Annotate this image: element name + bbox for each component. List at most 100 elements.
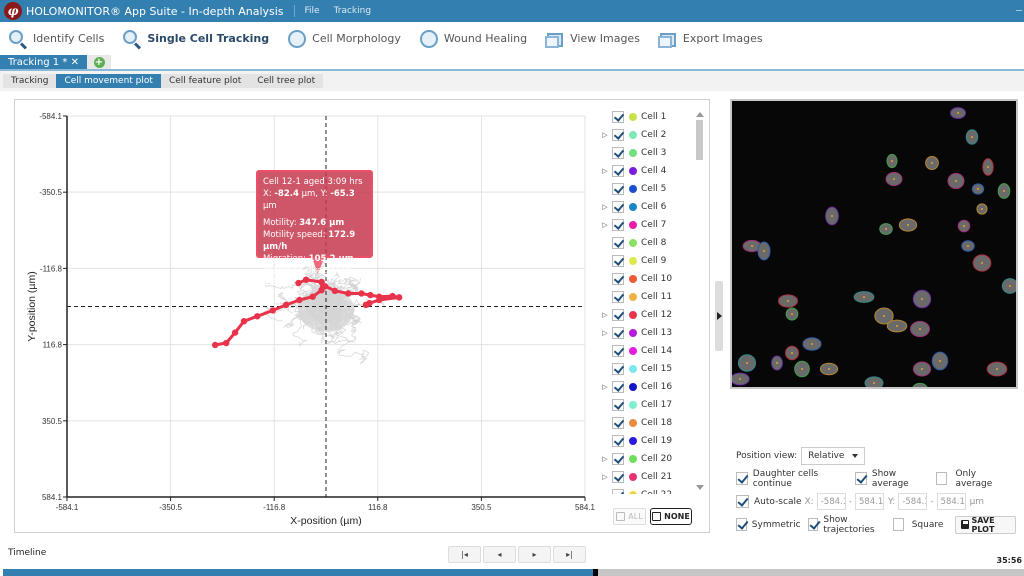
- cell-visibility-checkbox[interactable]: [612, 111, 624, 123]
- trajectory-point[interactable]: [254, 313, 261, 320]
- cell-list-item[interactable]: Cell 15: [600, 360, 692, 378]
- select-all-button[interactable]: ALL: [613, 508, 646, 525]
- cell-visibility-checkbox[interactable]: [612, 309, 624, 321]
- trajectory-point[interactable]: [358, 290, 365, 297]
- subtab-cell-feature-plot[interactable]: Cell feature plot: [160, 74, 250, 88]
- close-tab-icon[interactable]: ✕: [71, 57, 79, 68]
- cell-morphology-button[interactable]: Cell Morphology: [287, 29, 401, 49]
- trajectory-point[interactable]: [223, 339, 230, 347]
- add-tab-button[interactable]: +: [87, 55, 111, 70]
- cell-list-item[interactable]: ▷ Cell 20: [600, 450, 692, 468]
- cell-visibility-checkbox[interactable]: [612, 291, 624, 303]
- expand-arrow-icon[interactable]: ▷: [600, 383, 610, 391]
- trajectory-point[interactable]: [389, 292, 396, 300]
- expand-arrow-icon[interactable]: ▷: [600, 221, 610, 229]
- cell-visibility-checkbox[interactable]: [612, 255, 624, 267]
- expand-arrow-icon[interactable]: ▷: [600, 203, 610, 211]
- cell-visibility-checkbox[interactable]: [612, 471, 624, 483]
- trajectory-point[interactable]: [296, 296, 303, 304]
- next-frame-button[interactable]: ▸: [518, 546, 551, 563]
- cell-list-item[interactable]: ▷ Cell 6: [600, 198, 692, 216]
- menu-tracking[interactable]: Tracking: [334, 6, 371, 16]
- cell-list-item[interactable]: ▷ Cell 13: [600, 324, 692, 342]
- cell-list-item[interactable]: Cell 19: [600, 432, 692, 450]
- first-frame-button[interactable]: |◂: [448, 546, 481, 563]
- cell-visibility-checkbox[interactable]: [612, 219, 624, 231]
- cell-list-item[interactable]: Cell 22: [600, 486, 692, 494]
- single-cell-tracking-button[interactable]: Single Cell Tracking: [122, 29, 269, 50]
- subtab-cell-movement-plot[interactable]: Cell movement plot: [56, 74, 161, 88]
- cell-visibility-checkbox[interactable]: [612, 363, 624, 375]
- cell-visibility-checkbox[interactable]: [612, 435, 624, 447]
- trajectory-point[interactable]: [362, 301, 370, 309]
- cell-list-item[interactable]: ▷ Cell 12: [600, 306, 692, 324]
- trajectory-point[interactable]: [231, 329, 239, 336]
- trajectory-point[interactable]: [211, 341, 219, 349]
- trajectory-point[interactable]: [240, 317, 248, 325]
- cell-list-item[interactable]: Cell 1: [600, 108, 692, 126]
- expand-arrow-icon[interactable]: ▷: [600, 455, 610, 463]
- panel-splitter[interactable]: [715, 281, 723, 351]
- cell-list-item[interactable]: ▷ Cell 7: [600, 216, 692, 234]
- prev-frame-button[interactable]: ◂: [483, 546, 516, 563]
- cell-visibility-checkbox[interactable]: [612, 327, 624, 339]
- expand-arrow-icon[interactable]: ▷: [600, 131, 610, 139]
- cell-visibility-checkbox[interactable]: [612, 129, 624, 141]
- timeline-handle[interactable]: [593, 569, 599, 576]
- subtab-cell-tree-plot[interactable]: Cell tree plot: [249, 74, 324, 88]
- subtab-tracking[interactable]: Tracking: [3, 74, 57, 88]
- cell-visibility-checkbox[interactable]: [612, 345, 624, 357]
- timeline-slider[interactable]: [3, 569, 1024, 576]
- wound-healing-button[interactable]: Wound Healing: [419, 29, 527, 49]
- cell-visibility-checkbox[interactable]: [612, 417, 624, 429]
- expand-arrow-icon[interactable]: ▷: [600, 329, 610, 337]
- cell-list[interactable]: Cell 1 ▷ Cell 2 Cell 3 ▷ Cell 4 Cell 5 ▷ Cell 6 ▷…: [600, 108, 692, 494]
- trajectory-point[interactable]: [282, 301, 290, 309]
- cell-image-view[interactable]: [730, 99, 1018, 389]
- trajectory-point[interactable]: [395, 294, 403, 301]
- identify-cells-button[interactable]: Identify Cells: [8, 29, 104, 50]
- export-images-button[interactable]: Export Images: [657, 29, 763, 49]
- trajectory-point[interactable]: [269, 307, 276, 314]
- cell-list-item[interactable]: Cell 5: [600, 180, 692, 198]
- auto-scale-checkbox[interactable]: [736, 495, 749, 508]
- cell-list-item[interactable]: Cell 18: [600, 414, 692, 432]
- cell-list-item[interactable]: Cell 10: [600, 270, 692, 288]
- scroll-thumb[interactable]: [696, 120, 703, 160]
- cell-list-scrollbar[interactable]: [694, 108, 706, 498]
- trajectory-point[interactable]: [309, 293, 316, 300]
- cell-visibility-checkbox[interactable]: [612, 381, 624, 393]
- cell-list-item[interactable]: ▷ Cell 16: [600, 378, 692, 396]
- daughter-cells-checkbox[interactable]: [736, 472, 748, 485]
- x-max-input[interactable]: 584.1: [854, 493, 884, 510]
- cell-list-item[interactable]: Cell 14: [600, 342, 692, 360]
- save-plot-button[interactable]: SAVE PLOT: [955, 515, 1016, 534]
- cell-visibility-checkbox[interactable]: [612, 489, 624, 494]
- cell-visibility-checkbox[interactable]: [612, 183, 624, 195]
- y-min-input[interactable]: -584.1: [898, 493, 928, 510]
- show-trajectories-checkbox[interactable]: [807, 518, 819, 531]
- trajectory-point[interactable]: [367, 291, 374, 299]
- expand-arrow-icon[interactable]: ▷: [600, 473, 610, 481]
- cell-visibility-checkbox[interactable]: [612, 273, 624, 285]
- cell-visibility-checkbox[interactable]: [612, 165, 624, 177]
- trajectory-point[interactable]: [376, 296, 383, 304]
- scroll-down-icon[interactable]: [696, 485, 704, 490]
- y-max-input[interactable]: 584.1: [936, 493, 966, 510]
- trajectory-point[interactable]: [344, 290, 352, 297]
- show-average-checkbox[interactable]: [855, 472, 867, 485]
- symmetric-checkbox[interactable]: [736, 518, 747, 531]
- cell-list-item[interactable]: ▷ Cell 21: [600, 468, 692, 486]
- expand-arrow-icon[interactable]: ▷: [600, 167, 610, 175]
- x-min-input[interactable]: -584.1: [816, 493, 846, 510]
- cell-list-item[interactable]: Cell 11: [600, 288, 692, 306]
- square-checkbox[interactable]: [892, 518, 904, 531]
- cell-visibility-checkbox[interactable]: [612, 453, 624, 465]
- scroll-up-icon[interactable]: [696, 112, 704, 117]
- menu-file[interactable]: File: [305, 6, 320, 16]
- cell-visibility-checkbox[interactable]: [612, 237, 624, 249]
- minimize-icon[interactable]: [1016, 10, 1022, 11]
- cell-list-item[interactable]: Cell 9: [600, 252, 692, 270]
- select-none-button[interactable]: NONE: [650, 508, 692, 525]
- cell-list-item[interactable]: ▷ Cell 2: [600, 126, 692, 144]
